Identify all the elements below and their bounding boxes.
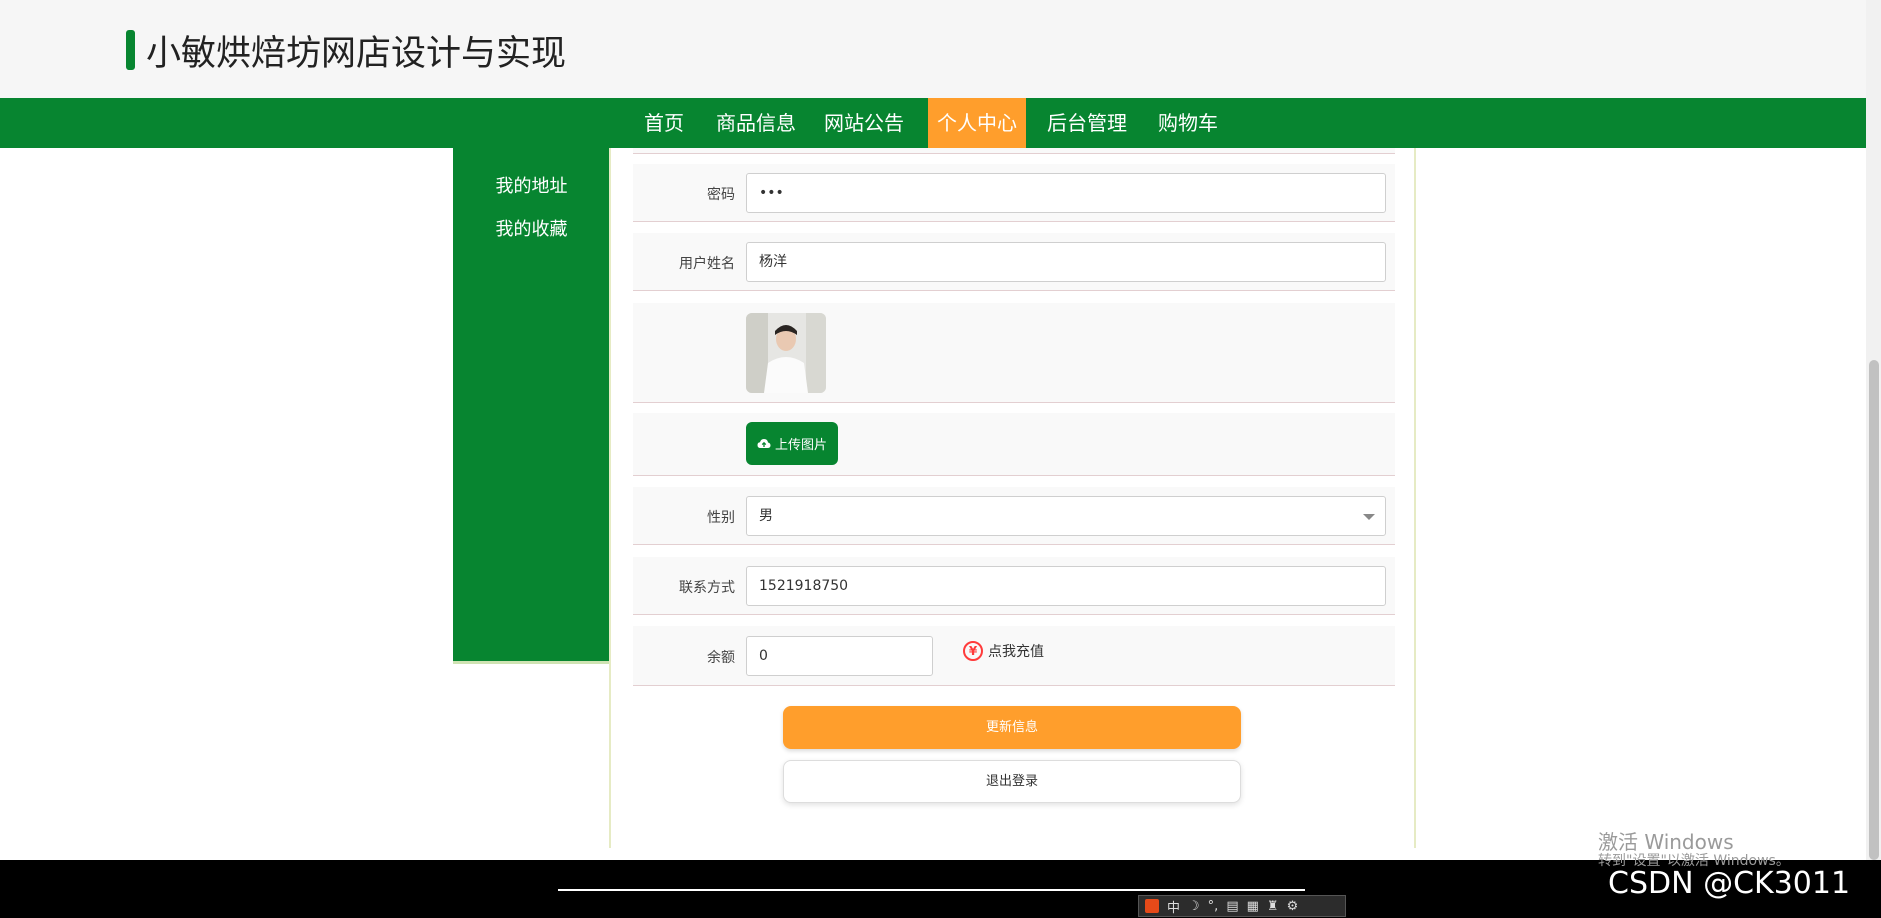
balance-input[interactable]: 0 [746,636,933,676]
nav-announcements[interactable]: 网站公告 [820,98,908,148]
progress-line [558,889,1305,891]
password-label: 密码 [707,187,735,203]
nav-cart[interactable]: 购物车 [1152,98,1224,148]
recharge-link[interactable]: ¥ 点我充值 [963,641,1044,661]
ime-toolbar[interactable]: 中 ☽ °, ▤ ▦ ♜ ⚙ [1138,895,1346,917]
avatar-image [746,313,826,393]
csdn-watermark: CSDN @CK3011 [1608,866,1851,901]
gender-label: 性别 [707,510,735,526]
form-row-upload: 上传图片 [633,413,1395,476]
form-row-name: 用户姓名 杨洋 [633,233,1395,291]
sidebar-item-address[interactable]: 我的地址 [453,172,610,198]
upload-image-button[interactable]: 上传图片 [746,422,838,465]
name-label: 用户姓名 [679,256,735,272]
page: 小敏烘焙坊网店设计与实现 首页 商品信息 网站公告 个人中心 后台管理 购物车 … [0,0,1881,918]
nav-home[interactable]: 首页 [626,98,702,148]
moon-icon: ☽ [1188,898,1200,914]
gender-selected-value: 男 [759,508,773,524]
sidebar-item-favorites[interactable]: 我的收藏 [453,215,610,241]
name-input[interactable]: 杨洋 [746,242,1386,282]
balance-label: 余额 [707,650,735,666]
site-title-text: 小敏烘焙坊网店设计与实现 [146,33,567,74]
toolbox-icon: ▦ [1246,898,1259,914]
password-input[interactable]: ••• [746,173,1386,213]
site-header: 小敏烘焙坊网店设计与实现 [0,0,1866,98]
form-row-top-edge [633,148,1395,154]
form-row-avatar [633,303,1395,403]
form-row-gender: 性别 男 [633,487,1395,545]
phone-label: 联系方式 [679,580,735,596]
ime-logo-icon [1145,899,1159,913]
keyboard-icon: ▤ [1226,898,1239,914]
phone-input[interactable]: 1521918750 [746,566,1386,606]
form-row-password: 密码 ••• [633,164,1395,222]
skin-icon: ♜ [1266,898,1279,914]
gender-select[interactable]: 男 [746,496,1386,536]
upload-image-label: 上传图片 [774,438,827,453]
form-row-balance: 余额 0 ¥ 点我充值 [633,626,1395,686]
update-info-button[interactable]: 更新信息 [783,706,1241,749]
gear-icon: ⚙ [1286,898,1299,914]
cloud-upload-icon [757,438,771,448]
chevron-down-icon [1363,514,1375,520]
main-nav: 首页 商品信息 网站公告 个人中心 后台管理 购物车 [0,98,1866,148]
punctuation-icon: °, [1207,898,1219,914]
nav-personal-center[interactable]: 个人中心 [928,98,1026,148]
title-accent-bar [126,30,135,70]
avatar [746,313,826,393]
logout-button[interactable]: 退出登录 [783,760,1241,803]
form-row-phone: 联系方式 1521918750 [633,557,1395,615]
ime-language: 中 [1167,900,1181,916]
nav-products[interactable]: 商品信息 [712,98,800,148]
site-title: 小敏烘焙坊网店设计与实现 [126,30,566,74]
scrollbar-thumb[interactable] [1869,360,1879,860]
yen-icon: ¥ [963,641,983,661]
nav-admin[interactable]: 后台管理 [1043,98,1131,148]
recharge-label: 点我充值 [988,644,1044,660]
sidebar: 我的地址 我的收藏 [453,148,610,664]
